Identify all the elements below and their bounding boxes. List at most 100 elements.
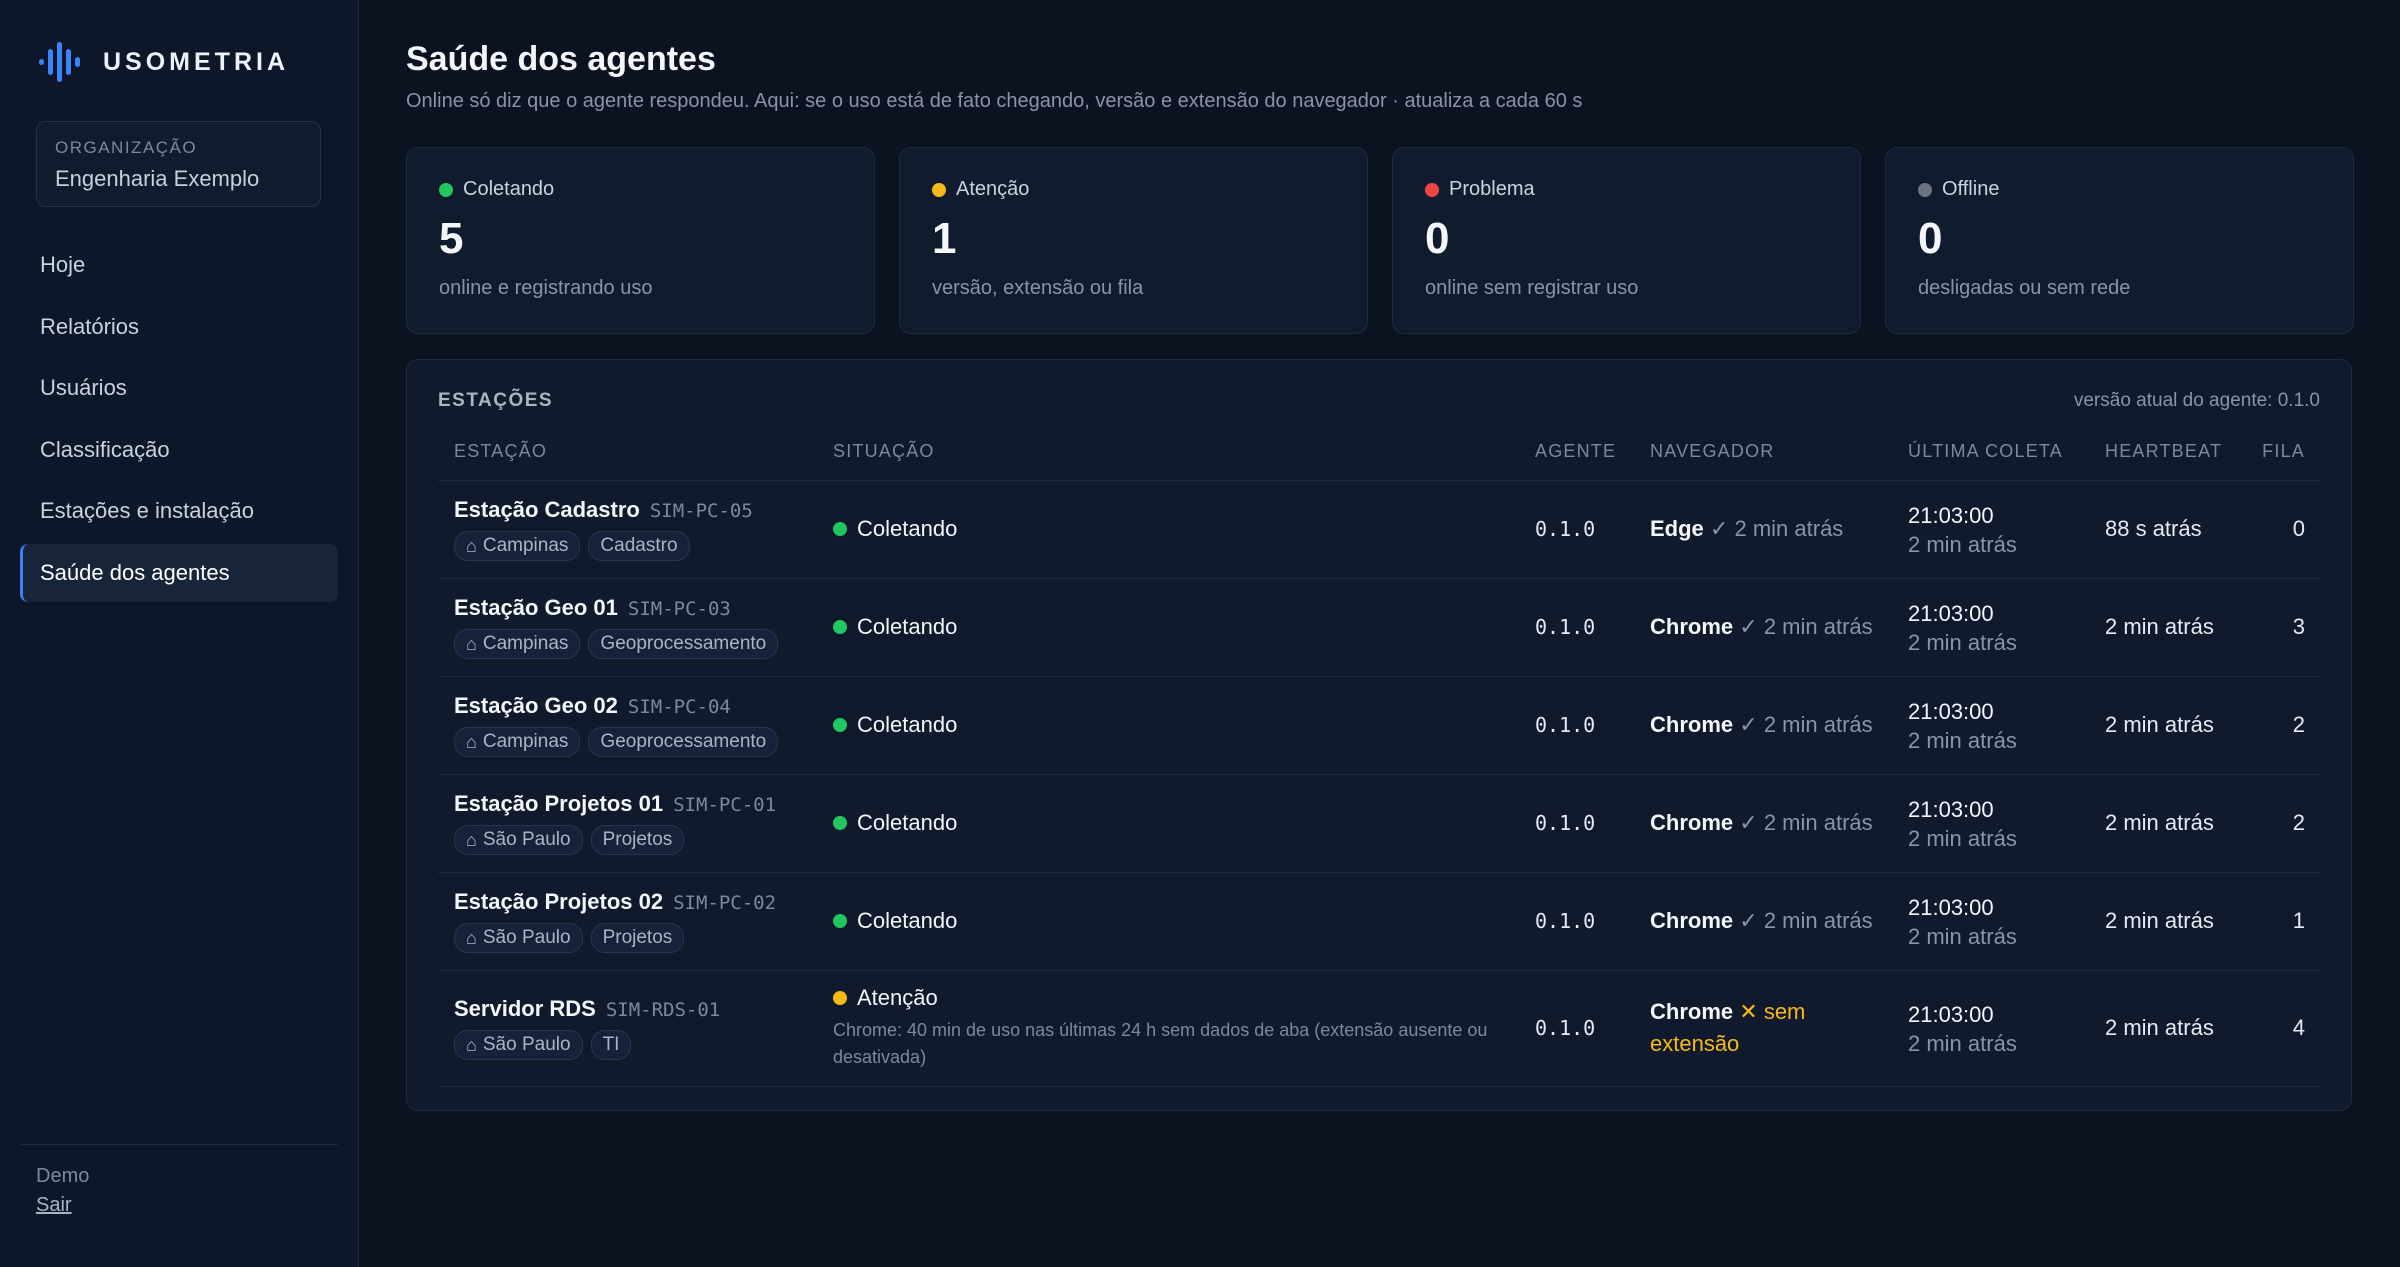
col-browser[interactable]: NAVEGADOR: [1634, 424, 1892, 481]
status-label: Coletando: [857, 516, 958, 541]
status-dot-icon: [833, 991, 847, 1005]
cell-browser: Chrome ✕ sem extensão: [1634, 970, 1892, 1087]
col-status[interactable]: SITUAÇÃO: [817, 424, 1519, 481]
cell-heartbeat: 2 min atrás: [2089, 676, 2244, 775]
card-atencao[interactable]: Atenção 1 versão, extensão ou fila: [899, 147, 1368, 334]
department-tag: Geoprocessamento: [588, 727, 779, 757]
status-dot-icon: [833, 914, 847, 928]
last-collection-ago: 2 min atrás: [1908, 629, 2017, 655]
department-tag: Projetos: [590, 923, 685, 953]
audio-bars-icon: [39, 42, 80, 82]
sidebar-item-relatorios[interactable]: Relatórios: [20, 298, 338, 356]
cell-heartbeat: 2 min atrás: [2089, 970, 2244, 1087]
card-label: Coletando: [463, 178, 555, 200]
last-collection-time: 21:03:00: [1908, 601, 1994, 627]
agent-version: 0.1.0: [1535, 909, 1596, 933]
cell-station: Estação Projetos 02 SIM-PC-02 ⌂ São Paulo …: [438, 872, 817, 971]
queue-count: 4: [2292, 1015, 2305, 1040]
organization-selector[interactable]: ORGANIZAÇÃO Engenharia Exemplo: [36, 121, 321, 207]
status-note: Chrome: 40 min de uso nas últimas 24 h s…: [833, 1020, 1488, 1067]
sidebar-item-usuarios[interactable]: Usuários: [20, 359, 338, 417]
department-tag: TI: [590, 1030, 632, 1060]
station-name: Servidor RDS: [454, 996, 596, 1021]
sidebar-nav: Hoje Relatórios Usuários Classificação E…: [20, 236, 338, 605]
sidebar-item-saude-agentes[interactable]: Saúde dos agentes: [20, 543, 338, 602]
card-value: 0: [1425, 214, 1450, 263]
last-collection-ago: 2 min atrás: [1908, 727, 2017, 753]
status-dot-icon: [439, 182, 453, 197]
stations-table: ESTAÇÃO SITUAÇÃO AGENTE NAVEGADOR ÚLTIMA…: [438, 424, 2321, 1087]
col-agent[interactable]: AGENTE: [1519, 424, 1634, 481]
status-dot-icon: [1425, 182, 1439, 197]
sidebar-item-classificacao[interactable]: Classificação: [20, 421, 338, 479]
status-dot-icon: [833, 620, 847, 634]
browser-name: Chrome: [1650, 999, 1734, 1025]
sidebar-item-estacoes[interactable]: Estações e instalação: [20, 482, 338, 540]
heartbeat-value: 2 min atrás: [2105, 712, 2214, 737]
card-label: Problema: [1449, 178, 1535, 200]
station-name: Estação Geo 01: [454, 595, 618, 620]
cell-status: Atenção Chrome: 40 min de uso nas última…: [817, 970, 1519, 1087]
last-collection-time: 21:03:00: [1908, 1002, 1994, 1028]
table-row[interactable]: Estação Geo 02 SIM-PC-04 ⌂ Campinas Geopro…: [438, 676, 2321, 775]
check-icon: ✓: [1709, 516, 1729, 542]
station-code: SIM-PC-05: [649, 500, 753, 522]
card-problema[interactable]: Problema 0 online sem registrar uso: [1392, 147, 1861, 334]
sidebar-footer: Demo Sair: [20, 1144, 338, 1217]
col-last-collection[interactable]: ÚLTIMA COLETA: [1892, 424, 2089, 481]
heartbeat-value: 2 min atrás: [2105, 908, 2214, 933]
table-row[interactable]: Servidor RDS SIM-RDS-01 ⌂ São Paulo TI Ate…: [438, 970, 2321, 1087]
status-label: Atenção: [857, 985, 938, 1010]
cell-heartbeat: 2 min atrás: [2089, 872, 2244, 971]
station-name: Estação Projetos 01: [454, 791, 664, 816]
card-coletando[interactable]: Coletando 5 online e registrando uso: [406, 147, 875, 334]
check-icon: ✓: [1739, 614, 1758, 640]
cell-last-collection: 21:03:00 2 min atrás: [1892, 676, 2089, 775]
check-icon: ✓: [1739, 810, 1758, 836]
location-tag: ⌂ São Paulo: [454, 825, 583, 855]
main-content: Saúde dos agentes Online só diz que o ag…: [359, 0, 2400, 1267]
sidebar-item-hoje[interactable]: Hoje: [20, 236, 338, 294]
home-icon: ⌂: [466, 731, 477, 752]
heartbeat-value: 2 min atrás: [2105, 614, 2214, 639]
page-subtitle: Online só diz que o agente respondeu. Aq…: [406, 90, 1583, 112]
location-tag: ⌂ São Paulo: [454, 923, 583, 953]
cell-agent: 0.1.0: [1519, 676, 1634, 775]
card-offline[interactable]: Offline 0 desligadas ou sem rede: [1885, 147, 2354, 334]
logout-link[interactable]: Sair: [36, 1194, 72, 1217]
heartbeat-value: 2 min atrás: [2105, 810, 2214, 835]
table-row[interactable]: Estação Projetos 02 SIM-PC-02 ⌂ São Paulo …: [438, 872, 2321, 971]
org-name: Engenharia Exemplo: [55, 166, 260, 191]
status-label: Coletando: [857, 908, 958, 933]
sidebar: USOMETRIA ORGANIZAÇÃO Engenharia Exemplo…: [0, 0, 359, 1267]
department-tag: Cadastro: [588, 531, 690, 561]
browser-name: Chrome: [1650, 908, 1734, 934]
table-row[interactable]: Estação Geo 01 SIM-PC-03 ⌂ Campinas Geopro…: [438, 578, 2321, 677]
card-description: online sem registrar uso: [1425, 277, 1639, 300]
col-heartbeat[interactable]: HEARTBEAT: [2089, 424, 2244, 481]
table-row[interactable]: Estação Projetos 01 SIM-PC-01 ⌂ São Paulo …: [438, 774, 2321, 873]
card-value: 5: [439, 214, 464, 263]
location-label: São Paulo: [482, 1034, 571, 1055]
location-label: Campinas: [482, 633, 569, 654]
table-row[interactable]: Estação Cadastro SIM-PC-05 ⌂ Campinas Cada…: [438, 480, 2321, 579]
cell-last-collection: 21:03:00 2 min atrás: [1892, 480, 2089, 579]
browser-name: Chrome: [1650, 810, 1734, 836]
agent-version: 0.1.0: [1535, 811, 1596, 835]
cell-queue: 1: [2244, 872, 2321, 971]
department-tag: Geoprocessamento: [588, 629, 779, 659]
cell-queue: 3: [2244, 578, 2321, 677]
last-collection-time: 21:03:00: [1908, 797, 1994, 823]
brand[interactable]: USOMETRIA: [37, 40, 289, 84]
cell-status: Coletando: [817, 872, 1519, 971]
card-value: 1: [932, 214, 957, 263]
user-name: Demo: [36, 1165, 90, 1187]
cell-last-collection: 21:03:00 2 min atrás: [1892, 872, 2089, 971]
col-queue[interactable]: FILA: [2244, 424, 2321, 481]
status-label: Coletando: [857, 614, 958, 639]
last-collection-time: 21:03:00: [1908, 503, 1994, 529]
cell-agent: 0.1.0: [1519, 970, 1634, 1087]
col-station[interactable]: ESTAÇÃO: [438, 424, 817, 481]
browser-detail: 2 min atrás: [1763, 614, 1873, 640]
agent-version: 0.1.0: [1535, 615, 1596, 639]
